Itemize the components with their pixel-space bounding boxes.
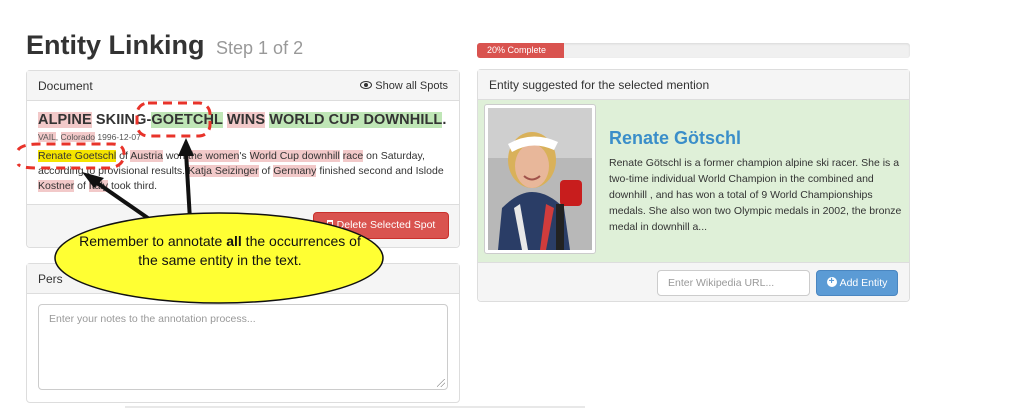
arrow-to-goetchl [184, 151, 192, 221]
callout-emphasis: all [226, 233, 242, 249]
arrow-head-goetchl [178, 138, 194, 156]
callout-text: Remember to annotate all the occurrences… [70, 232, 370, 270]
annotation-overlay [16, 101, 384, 304]
renate-dashed-highlight [16, 142, 126, 170]
callout-text-part: Remember to annotate [79, 233, 227, 249]
bottom-divider [125, 406, 585, 408]
goetchl-dashed-highlight [135, 101, 212, 138]
arrow-to-renate [91, 178, 157, 225]
